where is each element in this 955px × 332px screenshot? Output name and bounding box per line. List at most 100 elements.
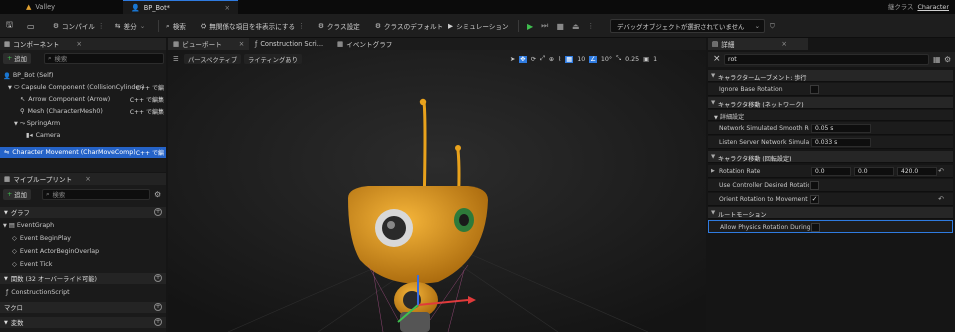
network-smooth-rotation-input[interactable]: 0.05 s — [811, 124, 871, 133]
rotation-rate-y-input[interactable]: 0.0 — [854, 167, 894, 176]
rotation-rate-x-input[interactable]: 0.0 — [811, 167, 851, 176]
diff-button[interactable]: ⇆ 差分 ⌄ — [115, 19, 145, 33]
parent-class-link[interactable]: Character — [917, 3, 949, 11]
play-icon[interactable]: ▶ — [527, 22, 533, 31]
tree-item-springarm[interactable]: ▼ ⤳ SpringArm — [14, 118, 164, 129]
grid-snap-icon[interactable]: ▦ — [565, 55, 574, 63]
allow-physics-rotation-checkbox[interactable] — [811, 223, 820, 232]
world-space-icon[interactable]: ⊕ — [549, 56, 554, 63]
my-blueprint-tab[interactable]: ▦ マイブループリント × — [0, 173, 166, 185]
class-settings-button[interactable]: ⚙ クラス設定 — [318, 19, 360, 33]
expand-arrow-icon[interactable]: ▼ — [8, 85, 12, 91]
scale-snap-icon[interactable]: ⤡ — [616, 55, 621, 63]
add-component-button[interactable]: + 追加 — [3, 53, 31, 64]
more-icon[interactable]: ⋮ — [98, 22, 105, 30]
tree-item-capsule[interactable]: ▼ ⬭ Capsule Component (CollisionCylinder… — [8, 82, 166, 93]
section-root-motion[interactable]: ▼ ルートモーション — [708, 207, 953, 219]
add-member-button[interactable]: + 追加 — [3, 189, 31, 200]
clear-search-icon[interactable]: × — [713, 54, 721, 64]
viewport-scene[interactable] — [168, 50, 706, 332]
tab-level[interactable]: ▲ Valley — [18, 0, 63, 14]
rotate-tool-icon[interactable]: ⟳ — [531, 56, 536, 63]
close-tab-icon[interactable]: × — [224, 4, 230, 12]
step-icon[interactable]: ⏭ — [541, 21, 548, 31]
browse-button[interactable]: ▭ — [27, 19, 35, 33]
advanced-toggle-row[interactable]: ▼ 詳細設定 — [708, 110, 953, 121]
select-tool-icon[interactable]: ➤ — [510, 56, 515, 63]
expand-arrow-icon[interactable]: ▶ — [711, 168, 715, 174]
section-network[interactable]: ▼ キャラクタ移動 (ネットワーク) — [708, 97, 953, 109]
macros-section-header[interactable]: マクロ — [0, 302, 166, 313]
orient-rotation-checkbox[interactable]: ✓ — [810, 195, 819, 204]
class-defaults-button[interactable]: ⚙ クラスのデフォルト — [375, 19, 443, 33]
lighting-mode-button[interactable]: ライティングあり — [244, 54, 302, 64]
scale-snap-value[interactable]: 0.25 — [625, 56, 639, 63]
tree-item-camera[interactable]: ▮◂ Camera — [26, 130, 164, 141]
rotation-rate-z-input[interactable]: 420.0 — [897, 167, 937, 176]
find-button[interactable]: ⌕ 検索 — [166, 19, 186, 33]
edit-in-cpp-link[interactable]: C++ で編 — [136, 148, 164, 157]
reset-to-default-icon[interactable]: ↶ — [938, 167, 944, 175]
variables-section-header[interactable]: ▼ 変数 — [0, 317, 166, 328]
section-rotation-settings[interactable]: ▼ キャラクタ移動 (回転設定) — [708, 151, 953, 163]
viewport-menu-button[interactable]: ☰ — [173, 54, 179, 64]
eject-icon[interactable]: ⏏ — [572, 22, 580, 31]
more-icon[interactable]: ⋮ — [298, 22, 305, 30]
use-controller-desired-rotation-checkbox[interactable] — [810, 181, 819, 190]
event-item[interactable]: ◇ Event BeginPlay — [12, 233, 71, 244]
add-graph-icon[interactable]: + — [154, 208, 162, 216]
event-graph-item[interactable]: ▼ ▤ EventGraph — [3, 220, 54, 231]
debug-filter-button[interactable]: ⛉ — [770, 19, 775, 33]
ignore-base-rotation-checkbox[interactable] — [810, 85, 819, 94]
graph-section-header[interactable]: ▼ グラフ — [0, 207, 166, 218]
rotation-snap-icon[interactable]: ∠ — [589, 55, 597, 63]
close-icon[interactable]: × — [76, 40, 82, 48]
tree-item-arrow[interactable]: ↖ Arrow Component (Arrow) C++ で編集 — [20, 94, 166, 105]
grid-view-icon[interactable]: ▦ — [933, 55, 941, 64]
close-icon[interactable]: × — [239, 40, 245, 48]
more-icon[interactable]: ⋮ — [587, 22, 594, 30]
add-macro-icon[interactable]: + — [154, 303, 162, 311]
expand-arrow-icon[interactable]: ▼ — [14, 121, 18, 127]
components-search-input[interactable]: ⌕ 検索 — [44, 53, 164, 64]
simulation-button[interactable]: ▶ シミュレーション — [448, 19, 509, 33]
section-walking[interactable]: ▼ キャラクタームーブメント: 歩行 — [708, 70, 953, 82]
add-variable-icon[interactable]: + — [154, 318, 162, 326]
function-item[interactable]: ƒ ConstructionScript — [6, 287, 70, 298]
gear-icon[interactable]: ⚙ — [154, 190, 161, 199]
add-function-icon[interactable]: + — [154, 274, 162, 282]
debug-object-select[interactable]: デバッグオブジェクトが選択されていません ⌄ — [610, 19, 765, 33]
tab-event-graph[interactable]: ▦ イベントグラフ — [332, 38, 397, 50]
rotation-snap-value[interactable]: 10° — [601, 56, 612, 63]
edit-in-cpp-link[interactable]: C++ で編集 — [130, 107, 164, 116]
tab-viewport[interactable]: ▦ ビューポート × — [168, 38, 250, 50]
compile-button[interactable]: ⚙ コンパイル ⋮ — [53, 19, 104, 33]
listen-server-smooth-input[interactable]: 0.033 s — [811, 138, 871, 147]
details-tab[interactable]: ▤ 詳細 × — [708, 38, 808, 50]
event-item[interactable]: ◇ Event Tick — [12, 259, 52, 270]
grid-snap-value[interactable]: 10 — [577, 56, 585, 63]
tab-construction-script[interactable]: ƒ Construction Scri... — [250, 38, 328, 50]
close-icon[interactable]: × — [85, 175, 91, 183]
tree-item-mesh[interactable]: ⚲ Mesh (CharacterMesh0) C++ で編集 — [20, 106, 166, 117]
scale-tool-icon[interactable]: ⤢ — [540, 55, 545, 63]
tree-item-self[interactable]: 👤 BP_Bot (Self) — [3, 70, 163, 81]
hide-unrelated-button[interactable]: ⛭ 無関係な項目を非表示にする ⋮ — [201, 19, 305, 33]
details-search-input[interactable]: rot — [724, 54, 929, 65]
close-icon[interactable]: × — [781, 40, 787, 48]
stop-icon[interactable]: ■ — [556, 22, 564, 31]
functions-section-header[interactable]: ▼ 関数 (32 オーバーライド可能) — [0, 273, 166, 284]
gear-icon[interactable]: ⚙ — [944, 55, 951, 64]
tree-item-character-movement[interactable]: ⇋ Character Movement (CharMoveComp) C++ … — [0, 147, 166, 158]
my-blueprint-search-input[interactable]: ⌕ 検索 — [42, 189, 150, 200]
perspective-button[interactable]: パースペクティブ — [184, 54, 242, 64]
event-item[interactable]: ◇ Event ActorBeginOverlap — [12, 246, 99, 257]
camera-speed-value[interactable]: 1 — [653, 56, 657, 63]
edit-in-cpp-link[interactable]: C++ で編 — [136, 83, 164, 92]
move-tool-icon[interactable]: ✥ — [519, 55, 527, 63]
save-button[interactable]: 🖫 — [6, 19, 13, 33]
components-tab[interactable]: ▦ コンポーネント × — [0, 38, 166, 50]
surface-snap-icon[interactable]: ⌇ — [558, 56, 561, 63]
camera-speed-icon[interactable]: ▣ — [643, 56, 649, 63]
tab-bp-bot[interactable]: 👤 BP_Bot* × — [123, 0, 238, 14]
